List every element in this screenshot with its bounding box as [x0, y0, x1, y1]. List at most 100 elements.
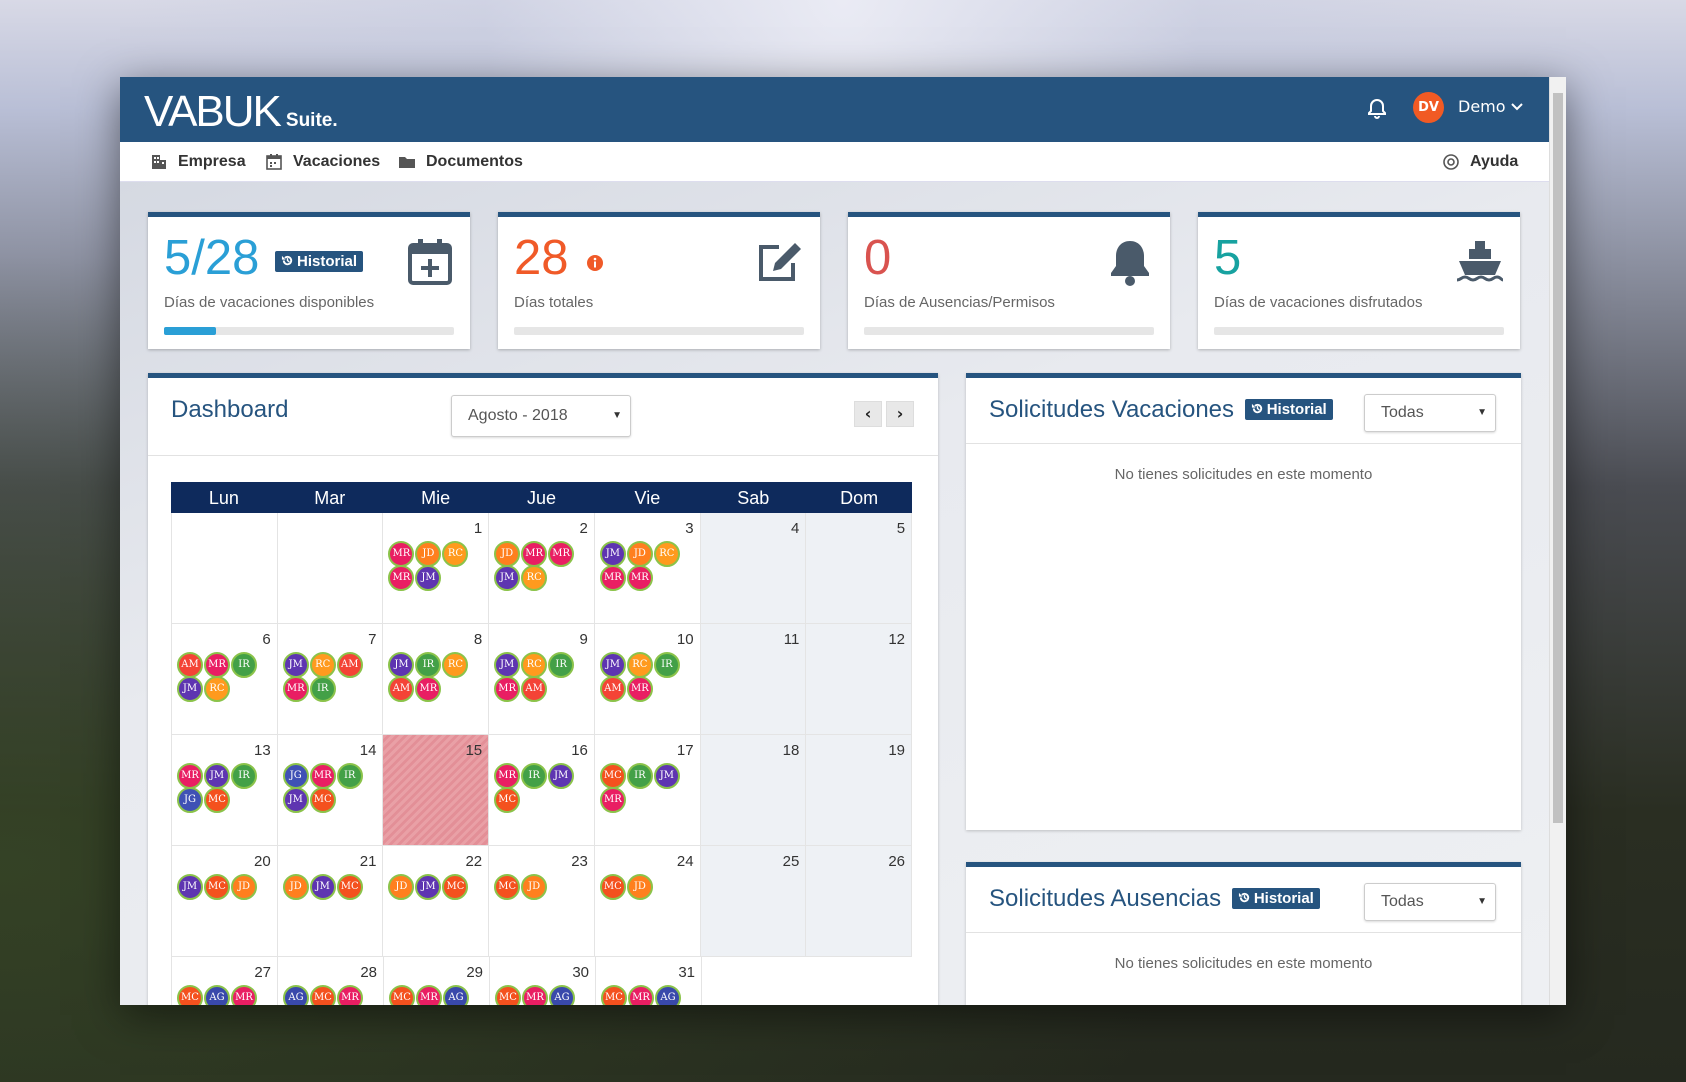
calendar-day-6[interactable]: 6 AM MR IR JM RC [171, 624, 278, 735]
person-avatar[interactable]: RC [442, 541, 469, 567]
person-avatar[interactable]: JM [548, 763, 575, 789]
person-avatar[interactable]: JD [494, 541, 521, 567]
calendar-day-13[interactable]: 13 MR JM IR JG MC [171, 735, 278, 846]
person-avatar[interactable]: IR [521, 763, 548, 789]
calendar-day-3[interactable]: 3 JM JD RC MR MR [594, 513, 701, 624]
person-avatar[interactable]: MR [388, 541, 415, 567]
person-avatar[interactable]: JM [599, 541, 626, 567]
person-avatar[interactable]: IR [415, 652, 442, 678]
person-avatar[interactable]: AG [204, 985, 230, 1005]
person-avatar[interactable]: JD [282, 874, 309, 900]
person-avatar[interactable]: MR [599, 787, 626, 813]
person-avatar[interactable]: JM [204, 763, 230, 789]
calendar-day-22[interactable]: 22 JD JM MC [383, 846, 490, 957]
person-avatar[interactable]: MC [310, 985, 336, 1005]
person-avatar[interactable]: MC [601, 985, 627, 1005]
person-avatar[interactable]: IR [626, 763, 653, 789]
calendar-day-11[interactable]: 11 [700, 624, 807, 735]
person-avatar[interactable]: JM [309, 874, 336, 900]
calendar-day-15[interactable]: 15 [383, 735, 490, 846]
calendar-day-7[interactable]: 7 JM RC AM MR IR [277, 624, 384, 735]
menu-item-ayuda[interactable]: Ayuda [1442, 142, 1518, 182]
person-avatar[interactable]: JM [494, 565, 521, 591]
calendar-day-5[interactable]: 5 [806, 513, 913, 624]
person-avatar[interactable]: MR [309, 763, 336, 789]
calendar-day-27[interactable]: 27 MC AG MR [171, 957, 278, 1005]
person-avatar[interactable]: JM [494, 652, 521, 678]
calendar-day-18[interactable]: 18 [700, 735, 807, 846]
month-select[interactable]: Agosto - 2018 ▼ [451, 395, 631, 437]
calendar-day-2[interactable]: 2 JD MR MR JM RC [489, 513, 595, 624]
person-avatar[interactable]: MR [282, 676, 309, 702]
calendar-day-23[interactable]: 23 MC JD [489, 846, 595, 957]
person-avatar[interactable]: JM [282, 787, 309, 813]
person-avatar[interactable]: JM [388, 652, 415, 678]
person-avatar[interactable]: MC [204, 787, 230, 813]
scrollbar[interactable] [1549, 77, 1566, 1005]
person-avatar[interactable]: IR [548, 652, 575, 678]
person-avatar[interactable]: AM [388, 676, 415, 702]
notifications-bell-icon[interactable] [1365, 97, 1389, 121]
person-avatar[interactable]: IR [231, 652, 257, 678]
aus-filter-select[interactable]: Todas ▼ [1364, 883, 1496, 921]
prev-month-button[interactable]: ‹ [854, 401, 882, 427]
person-avatar[interactable]: MR [204, 652, 230, 678]
calendar-day-29[interactable]: 29 MC MR AG [384, 957, 490, 1005]
person-avatar[interactable]: MC [204, 874, 230, 900]
person-avatar[interactable]: IR [309, 676, 336, 702]
calendar-day-21[interactable]: 21 JD JM MC [277, 846, 384, 957]
person-avatar[interactable]: MC [309, 787, 336, 813]
person-avatar[interactable]: MC [599, 874, 626, 900]
person-avatar[interactable]: MR [415, 676, 442, 702]
person-avatar[interactable]: RC [204, 676, 230, 702]
info-icon[interactable] [586, 254, 604, 272]
person-avatar[interactable]: MC [599, 763, 626, 789]
chevron-down-icon[interactable] [1510, 100, 1524, 114]
history-button[interactable]: Historial [1231, 888, 1320, 909]
person-avatar[interactable]: JD [388, 874, 415, 900]
person-avatar[interactable]: AM [599, 676, 626, 702]
calendar-day-8[interactable]: 8 JM IR RC AM MR [383, 624, 490, 735]
user-avatar[interactable]: DV [1413, 92, 1444, 123]
person-avatar[interactable]: MC [494, 787, 521, 813]
person-avatar[interactable]: JG [177, 787, 203, 813]
person-avatar[interactable]: MR [521, 541, 548, 567]
calendar-day-19[interactable]: 19 [806, 735, 913, 846]
person-avatar[interactable]: JD [415, 541, 442, 567]
person-avatar[interactable]: AM [521, 676, 548, 702]
person-avatar[interactable]: JD [521, 874, 548, 900]
person-avatar[interactable]: RC [442, 652, 469, 678]
person-avatar[interactable]: JD [231, 874, 257, 900]
calendar-day-10[interactable]: 10 JM RC IR AM MR [594, 624, 701, 735]
calendar-day-25[interactable]: 25 [700, 846, 807, 957]
vac-filter-select[interactable]: Todas ▼ [1364, 394, 1496, 432]
history-button[interactable]: Historial [1244, 399, 1333, 420]
person-avatar[interactable]: AG [443, 985, 469, 1005]
menu-item-empresa[interactable]: Empresa [150, 142, 246, 182]
person-avatar[interactable]: MC [442, 874, 469, 900]
calendar-day-9[interactable]: 9 JM RC IR MR AM [489, 624, 595, 735]
person-avatar[interactable]: JD [626, 874, 653, 900]
app-logo[interactable]: VABUK Suite. [144, 87, 338, 137]
history-button[interactable]: Historial [275, 251, 364, 272]
person-avatar[interactable]: JG [282, 763, 309, 789]
person-avatar[interactable]: MR [522, 985, 548, 1005]
person-avatar[interactable]: MC [177, 985, 203, 1005]
person-avatar[interactable]: JM [177, 874, 203, 900]
person-avatar[interactable]: RC [653, 541, 680, 567]
person-avatar[interactable]: AM [177, 652, 203, 678]
person-avatar[interactable]: AG [549, 985, 575, 1005]
person-avatar[interactable]: RC [521, 565, 548, 591]
person-avatar[interactable]: MC [494, 874, 521, 900]
person-avatar[interactable]: MR [628, 985, 654, 1005]
person-avatar[interactable]: IR [336, 763, 363, 789]
person-avatar[interactable]: AG [283, 985, 309, 1005]
person-avatar[interactable]: MR [494, 676, 521, 702]
menu-item-documentos[interactable]: Documentos [398, 142, 523, 182]
calendar-day-30[interactable]: 30 MC MR AG [490, 957, 596, 1005]
calendar-day-28[interactable]: 28 AG MC MR [278, 957, 384, 1005]
next-month-button[interactable]: › [886, 401, 914, 427]
person-avatar[interactable]: MC [389, 985, 415, 1005]
person-avatar[interactable]: JM [653, 763, 680, 789]
person-avatar[interactable]: JD [626, 541, 653, 567]
